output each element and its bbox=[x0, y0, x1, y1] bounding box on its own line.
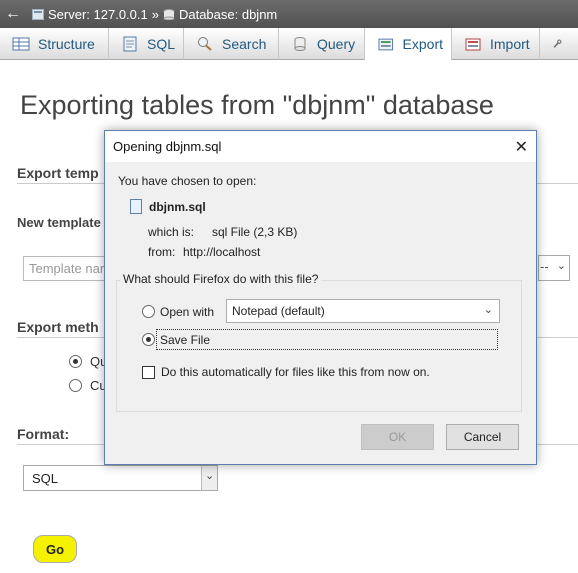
chevron-down-icon: ⌄ bbox=[483, 304, 493, 316]
auto-checkbox[interactable] bbox=[142, 366, 155, 379]
open-with-app-select[interactable]: Notepad (default) ⌄ bbox=[226, 299, 500, 323]
back-arrow-icon[interactable]: ← bbox=[0, 5, 26, 23]
tab-label: Query bbox=[317, 36, 356, 52]
radio-open-with[interactable] bbox=[142, 305, 155, 318]
breadcrumb-server[interactable]: Server: 127.0.0.1 bbox=[48, 7, 148, 22]
tab-label: SQL bbox=[146, 36, 175, 52]
tab-query[interactable]: Query bbox=[279, 28, 365, 60]
tab-label: Search bbox=[222, 36, 267, 52]
new-template-label: New template bbox=[17, 215, 101, 230]
tab-export[interactable]: Export bbox=[365, 28, 452, 60]
breadcrumb: ← Server: 127.0.0.1 » Database: dbjnm bbox=[0, 0, 578, 28]
wrench-icon bbox=[553, 39, 562, 48]
sql-icon bbox=[123, 36, 137, 52]
tab-label: Structure bbox=[38, 36, 95, 52]
tab-import[interactable]: Import bbox=[452, 28, 540, 60]
from-label: from: bbox=[148, 245, 176, 259]
question-legend: What should Firefox do with this file? bbox=[120, 272, 322, 286]
ok-button[interactable]: OK bbox=[361, 424, 434, 450]
open-with-app-value: Notepad (default) bbox=[232, 304, 325, 318]
search-icon bbox=[198, 37, 212, 51]
go-button[interactable]: Go bbox=[33, 535, 77, 563]
auto-checkbox-label[interactable]: Do this automatically for files like thi… bbox=[161, 365, 430, 379]
from-value: http://localhost bbox=[183, 245, 261, 259]
breadcrumb-separator: » bbox=[151, 6, 159, 22]
breadcrumb-database[interactable]: Database: dbjnm bbox=[179, 7, 277, 22]
radio-save-file[interactable] bbox=[142, 333, 155, 346]
dialog-title: Opening dbjnm.sql bbox=[113, 139, 222, 154]
tab-sql[interactable]: SQL bbox=[109, 28, 184, 60]
page-title: Exporting tables from "dbjnm" database bbox=[20, 90, 494, 120]
structure-icon bbox=[12, 37, 30, 51]
format-select-value: SQL bbox=[32, 471, 59, 486]
import-icon bbox=[465, 38, 481, 51]
chevron-down-icon: ⌄ bbox=[556, 259, 566, 272]
filename: dbjnm.sql bbox=[149, 200, 206, 214]
export-templates-heading: Export temp bbox=[17, 165, 99, 181]
template-select[interactable]: -- ⌄ bbox=[538, 255, 570, 281]
tab-search[interactable]: Search bbox=[184, 28, 279, 60]
template-name-input[interactable]: Template nar bbox=[23, 256, 113, 281]
export-method-heading: Export meth bbox=[17, 319, 99, 335]
save-file-label[interactable]: Save File bbox=[160, 333, 210, 347]
dialog-titlebar: Opening dbjnm.sql ✕ bbox=[105, 131, 536, 162]
cancel-button[interactable]: Cancel bbox=[446, 424, 519, 450]
database-icon bbox=[163, 8, 175, 20]
export-icon bbox=[378, 38, 394, 51]
which-is-label: which is: bbox=[148, 225, 195, 239]
tab-bar: Structure SQL Search Query Export Import bbox=[0, 28, 578, 60]
template-select-text: -- bbox=[540, 260, 549, 274]
close-icon[interactable]: ✕ bbox=[515, 137, 528, 157]
query-icon bbox=[294, 37, 306, 51]
file-icon bbox=[130, 199, 142, 214]
radio-custom[interactable] bbox=[69, 379, 82, 392]
server-icon bbox=[32, 8, 44, 20]
which-is-value: sql File (2,3 KB) bbox=[212, 225, 298, 239]
tab-label: Import bbox=[490, 36, 530, 52]
tab-label: Export bbox=[402, 36, 443, 52]
format-select[interactable]: SQL ⌄ bbox=[23, 465, 218, 491]
format-label: Format: bbox=[17, 426, 70, 442]
chosen-text: You have chosen to open: bbox=[118, 174, 257, 188]
tab-operations[interactable] bbox=[540, 28, 578, 60]
radio-quick[interactable] bbox=[69, 355, 82, 368]
chevron-down-icon: ⌄ bbox=[201, 466, 217, 490]
tab-structure[interactable]: Structure bbox=[0, 28, 109, 60]
open-with-label[interactable]: Open with bbox=[160, 305, 214, 319]
